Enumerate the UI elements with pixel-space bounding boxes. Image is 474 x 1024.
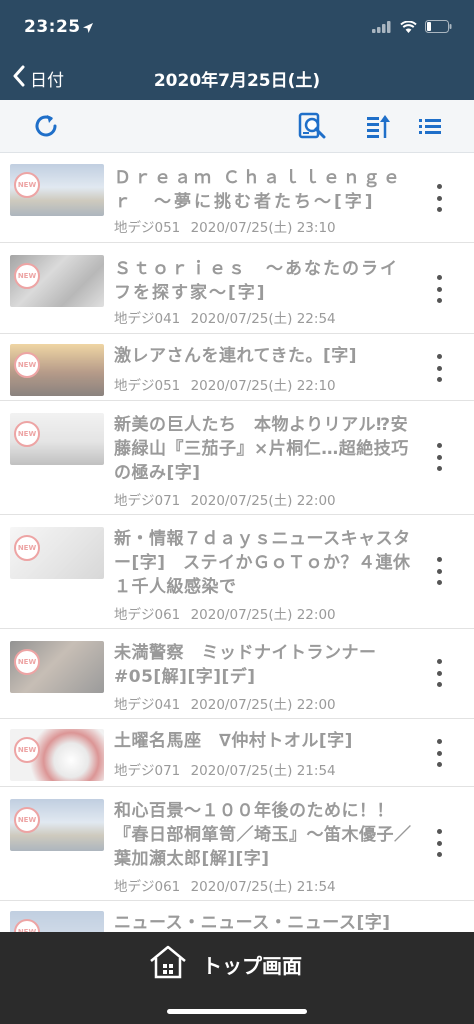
new-badge: NEW: [14, 649, 40, 675]
program-title: Ｓｔｏｒｉｅｓ 〜あなたのライフを探す家〜[字]: [114, 259, 399, 303]
list-item[interactable]: NEW Ｄｒｅａｍ Ｃｈａｌｌｅｎｇｅｒ 〜夢に挑む者たち〜[字] 地デジ051…: [0, 152, 474, 243]
list-item[interactable]: NEW 新美の巨人たち 本物よりリアル⁉安藤緑山『三茄子』×片桐仁…超絶技巧の極…: [0, 401, 474, 515]
program-meta: 地デジ071 2020/07/25(土) 21:54: [114, 759, 336, 779]
program-meta: 地デジ061 2020/07/25(土) 22:00: [114, 603, 336, 623]
sort-icon[interactable]: [362, 110, 394, 142]
program-title: 激レアさんを連れてきた。[字]: [114, 346, 358, 366]
program-title: 土曜名馬座 ∇仲村トオル[字]: [114, 731, 353, 751]
program-channel: 地デジ061: [114, 607, 181, 623]
program-datetime: 2020/07/25(土) 22:00: [190, 607, 336, 623]
program-channel: 地デジ071: [114, 763, 181, 779]
new-badge: NEW: [14, 421, 40, 447]
top-screen-label: トップ画面: [202, 954, 302, 978]
more-menu-icon[interactable]: [434, 443, 444, 471]
program-thumbnail: NEW: [10, 527, 104, 579]
battery-icon: [425, 18, 452, 37]
signal-icon: [372, 18, 392, 37]
program-title: 和心百景〜１００年後のために！！『春日部桐箪笥／埼玉』〜笛木優子／葉加瀬太郎[解…: [114, 801, 412, 869]
new-badge: NEW: [14, 807, 40, 833]
list-item[interactable]: NEW 激レアさんを連れてきた。[字] 地デジ051 2020/07/25(土)…: [0, 334, 474, 401]
program-channel: 地デジ071: [114, 493, 181, 509]
program-meta: 地デジ041 2020/07/25(土) 22:54: [114, 307, 336, 327]
program-datetime: 2020/07/25(土) 22:10: [190, 378, 336, 394]
program-datetime: 2020/07/25(土) 22:54: [190, 311, 336, 327]
program-thumbnail: NEW: [10, 255, 104, 307]
toolbar: [0, 100, 474, 153]
home-icon: [148, 944, 188, 985]
new-badge: NEW: [14, 172, 40, 198]
new-badge: NEW: [14, 737, 40, 763]
program-channel: 地デジ051: [114, 378, 181, 394]
program-channel: 地デジ061: [114, 879, 181, 895]
more-menu-icon[interactable]: [434, 184, 444, 212]
more-menu-icon[interactable]: [434, 659, 444, 687]
more-menu-icon[interactable]: [434, 275, 444, 303]
program-datetime: 2020/07/25(土) 21:54: [190, 763, 336, 779]
program-meta: 地デジ061 2020/07/25(土) 21:54: [114, 875, 336, 895]
list-item[interactable]: NEW 和心百景〜１００年後のために！！『春日部桐箪笥／埼玉』〜笛木優子／葉加瀬…: [0, 787, 474, 901]
more-menu-icon[interactable]: [434, 829, 444, 857]
page-title: 2020年7月25日(土): [153, 71, 321, 91]
more-menu-icon[interactable]: [434, 739, 444, 767]
list-item[interactable]: NEW Ｓｔｏｒｉｅｓ 〜あなたのライフを探す家〜[字] 地デジ041 2020…: [0, 243, 474, 334]
program-title: 新・情報７ｄａｙｓニュースキャスター[字] ステイかＧｏＴｏか？４連休１千人級感…: [114, 529, 411, 597]
location-arrow-icon: [82, 19, 94, 38]
more-menu-icon[interactable]: [434, 354, 444, 382]
program-thumbnail: NEW: [10, 729, 104, 781]
list-item[interactable]: NEW 未満警察 ミッドナイトランナー #05[解][字][デ] 地デジ041 …: [0, 629, 474, 719]
program-datetime: 2020/07/25(土) 22:00: [190, 697, 336, 713]
top-screen-button[interactable]: トップ画面: [148, 944, 302, 985]
status-bar: 23:25: [0, 0, 474, 56]
new-badge: NEW: [14, 535, 40, 561]
program-channel: 地デジ051: [114, 220, 181, 236]
program-datetime: 2020/07/25(土) 23:10: [190, 220, 336, 236]
list-item[interactable]: NEW 土曜名馬座 ∇仲村トオル[字] 地デジ071 2020/07/25(土)…: [0, 719, 474, 787]
program-thumbnail: NEW: [10, 413, 104, 465]
program-thumbnail: NEW: [10, 911, 104, 932]
program-title: Ｄｒｅａｍ Ｃｈａｌｌｅｎｇｅｒ 〜夢に挑む者たち〜[字]: [114, 168, 403, 212]
program-meta: 地デジ051 2020/07/25(土) 23:10: [114, 216, 336, 236]
new-badge: NEW: [14, 919, 40, 932]
list-icon[interactable]: [414, 110, 446, 142]
program-meta: 地デジ051 2020/07/25(土) 22:10: [114, 374, 336, 394]
program-list: NEW Ｄｒｅａｍ Ｃｈａｌｌｅｎｇｅｒ 〜夢に挑む者たち〜[字] 地デジ051…: [0, 152, 474, 932]
list-item[interactable]: NEW 新・情報７ｄａｙｓニュースキャスター[字] ステイかＧｏＴｏか？４連休１…: [0, 515, 474, 629]
more-menu-icon[interactable]: [434, 557, 444, 585]
program-title: 新美の巨人たち 本物よりリアル⁉安藤緑山『三茄子』×片桐仁…超絶技巧の極み[字]: [114, 415, 409, 483]
program-thumbnail: NEW: [10, 799, 104, 851]
program-meta: 地デジ041 2020/07/25(土) 22:00: [114, 693, 336, 713]
program-title: 未満警察 ミッドナイトランナー #05[解][字][デ]: [114, 643, 394, 687]
nav-bar: 日付 2020年7月25日(土): [0, 56, 474, 100]
program-thumbnail: NEW: [10, 164, 104, 216]
wifi-icon: [400, 18, 417, 37]
program-channel: 地デジ041: [114, 311, 181, 327]
program-title: ニュース・ニュース・ニュース[字]: [114, 913, 391, 932]
program-datetime: 2020/07/25(土) 22:00: [190, 493, 336, 509]
new-badge: NEW: [14, 352, 40, 378]
list-item[interactable]: NEW ニュース・ニュース・ニュース[字]: [0, 901, 474, 932]
program-datetime: 2020/07/25(土) 21:54: [190, 879, 336, 895]
new-badge: NEW: [14, 263, 40, 289]
program-thumbnail: NEW: [10, 344, 104, 396]
program-thumbnail: NEW: [10, 641, 104, 693]
search-document-icon[interactable]: [296, 110, 328, 142]
refresh-icon[interactable]: [30, 110, 62, 142]
status-time: 23:25: [24, 17, 81, 37]
program-meta: 地デジ071 2020/07/25(土) 22:00: [114, 489, 336, 509]
program-channel: 地デジ041: [114, 697, 181, 713]
home-indicator: [167, 1009, 307, 1014]
